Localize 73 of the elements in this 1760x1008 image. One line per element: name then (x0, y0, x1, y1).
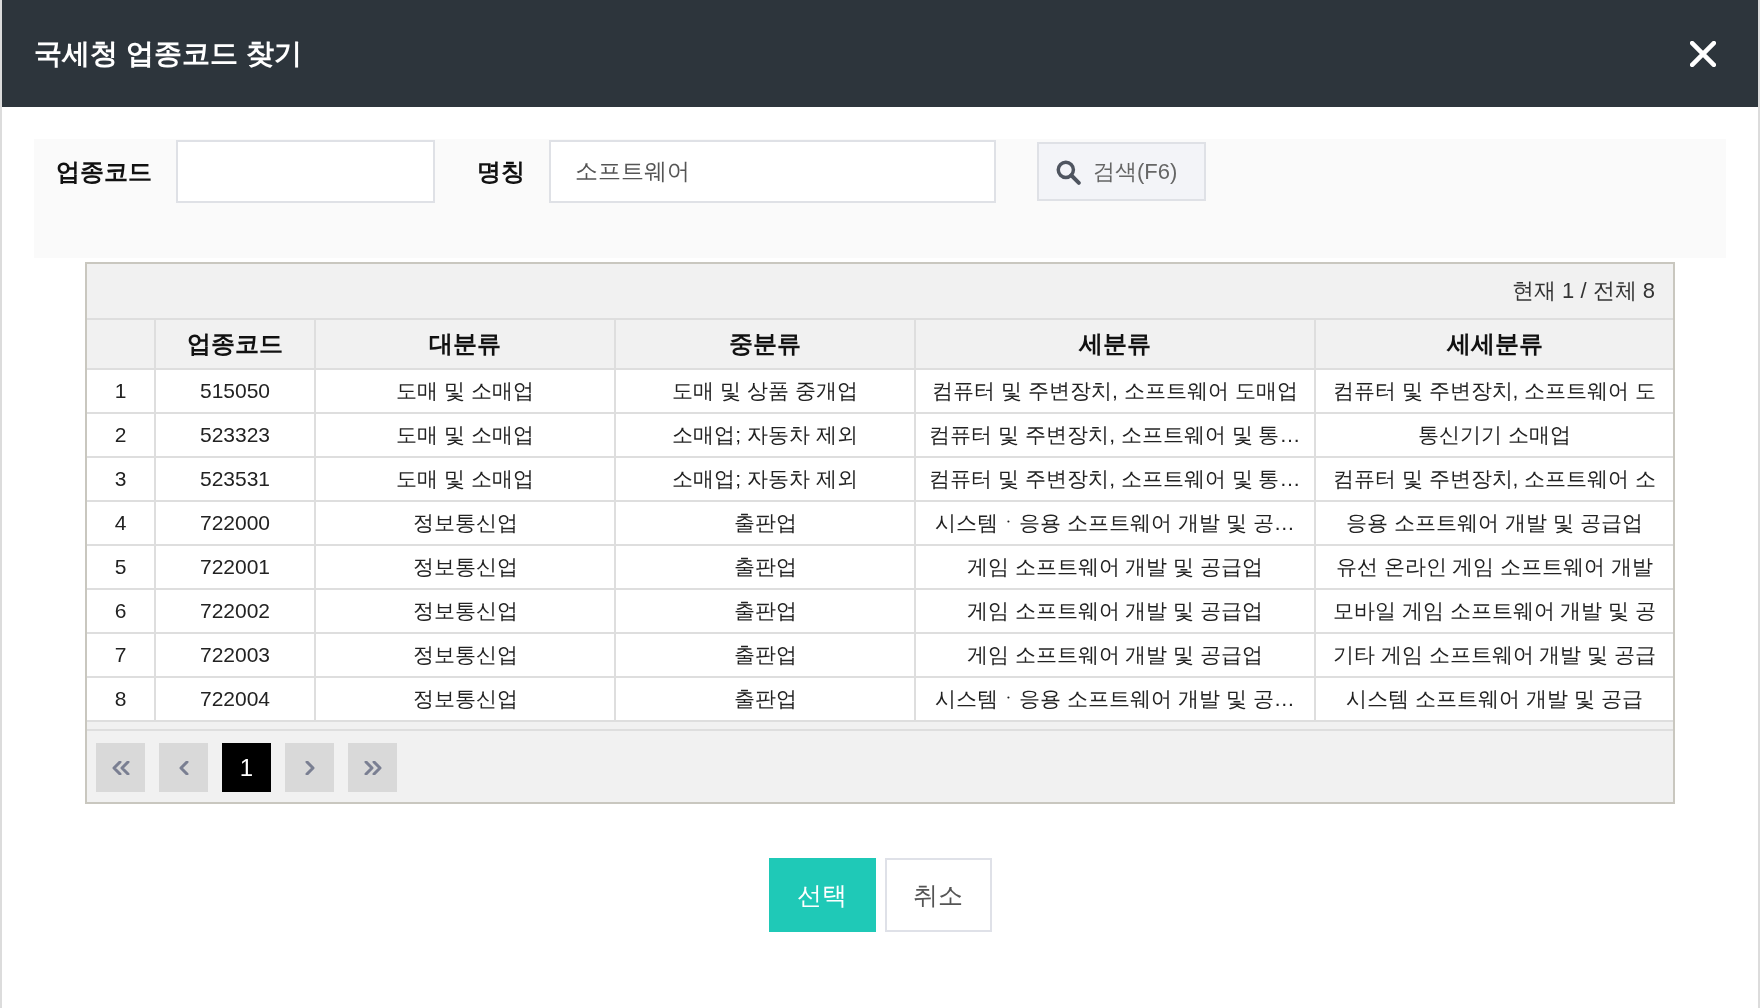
table-cell: 모바일 게임 소프트웨어 개발 및 공 (1315, 589, 1673, 633)
row-number: 1 (87, 369, 155, 413)
cancel-button[interactable]: 취소 (884, 858, 992, 932)
table-cell: 도매 및 소매업 (315, 457, 615, 501)
table-cell: 출판업 (615, 545, 915, 589)
table-cell: 정보통신업 (315, 589, 615, 633)
table-cell: 출판업 (615, 589, 915, 633)
table-cell: 722003 (155, 633, 315, 677)
table-cell: 기타 게임 소프트웨어 개발 및 공급 (1315, 633, 1673, 677)
double-chevron-right-icon (362, 760, 383, 775)
table-cell: 통신기기 소매업 (1315, 413, 1673, 457)
table-cell: 722004 (155, 677, 315, 721)
table-cell: 정보통신업 (315, 677, 615, 721)
field-label: 명칭 (477, 156, 525, 187)
table-cell: 유선 온라인 게임 소프트웨어 개발 (1315, 545, 1673, 589)
table-cell: 정보통신업 (315, 501, 615, 545)
table-cell: 도매 및 소매업 (315, 369, 615, 413)
double-chevron-left-icon (110, 760, 131, 775)
table-cell: 523531 (155, 457, 315, 501)
table-cell: 컴퓨터 및 주변장치, 소프트웨어 및 통… (915, 413, 1315, 457)
table-cell: 정보통신업 (315, 633, 615, 677)
row-number: 3 (87, 457, 155, 501)
table-cell: 게임 소프트웨어 개발 및 공급업 (915, 545, 1315, 589)
next-page-button[interactable] (285, 743, 334, 792)
column-header: 세세분류 (1315, 319, 1673, 369)
table-cell: 컴퓨터 및 주변장치, 소프트웨어 도 (1315, 369, 1673, 413)
row-number: 2 (87, 413, 155, 457)
table-cell: 소매업; 자동차 제외 (615, 457, 915, 501)
search-button[interactable]: 검색(F6) (1037, 142, 1206, 201)
dialog-title: 국세청 업종코드 찾기 (34, 36, 302, 71)
table-cell: 시스템 소프트웨어 개발 및 공급 (1315, 677, 1673, 721)
table-cell: 722002 (155, 589, 315, 633)
table-cell: 게임 소프트웨어 개발 및 공급업 (915, 589, 1315, 633)
table-cell: 515050 (155, 369, 315, 413)
table-cell: 소매업; 자동차 제외 (615, 413, 915, 457)
table-cell: 722001 (155, 545, 315, 589)
input-field[interactable]: 소프트웨어 (549, 140, 996, 203)
table-cell: 컴퓨터 및 주변장치, 소프트웨어 소 (1315, 457, 1673, 501)
row-number: 8 (87, 677, 155, 721)
table-cell: 시스템ㆍ응용 소프트웨어 개발 및 공… (915, 501, 1315, 545)
row-number: 5 (87, 545, 155, 589)
table-cell: 게임 소프트웨어 개발 및 공급업 (915, 633, 1315, 677)
chevron-left-icon (178, 760, 189, 775)
table-cell: 도매 및 소매업 (315, 413, 615, 457)
input-field[interactable] (176, 140, 435, 203)
field-label: 업종코드 (56, 156, 152, 187)
table-cell: 도매 및 상품 중개업 (615, 369, 915, 413)
table-cell: 컴퓨터 및 주변장치, 소프트웨어 및 통… (915, 457, 1315, 501)
table-cell: 출판업 (615, 501, 915, 545)
row-number: 7 (87, 633, 155, 677)
table-cell: 응용 소프트웨어 개발 및 공급업 (1315, 501, 1673, 545)
table-cell: 722000 (155, 501, 315, 545)
chevron-right-icon (304, 760, 315, 775)
close-button[interactable] (1690, 40, 1716, 67)
table-cell: 컴퓨터 및 주변장치, 소프트웨어 도매업 (915, 369, 1315, 413)
column-header: 중분류 (615, 319, 915, 369)
last-page-button[interactable] (348, 743, 397, 792)
page-summary: 현재 1 / 전체 8 (1511, 277, 1655, 305)
previous-page-button[interactable] (159, 743, 208, 792)
first-page-button[interactable] (96, 743, 145, 792)
table-cell: 출판업 (615, 677, 915, 721)
table-cell: 정보통신업 (315, 545, 615, 589)
column-header: 업종코드 (155, 319, 315, 369)
page-button[interactable]: 1 (222, 743, 271, 792)
close-icon (1690, 40, 1716, 67)
row-number: 6 (87, 589, 155, 633)
search-icon (1055, 158, 1081, 185)
table-cell: 출판업 (615, 633, 915, 677)
column-header: 세분류 (915, 319, 1315, 369)
column-header: 대분류 (315, 319, 615, 369)
table-cell: 523323 (155, 413, 315, 457)
row-number: 4 (87, 501, 155, 545)
table-cell: 시스템ㆍ응용 소프트웨어 개발 및 공… (915, 677, 1315, 721)
